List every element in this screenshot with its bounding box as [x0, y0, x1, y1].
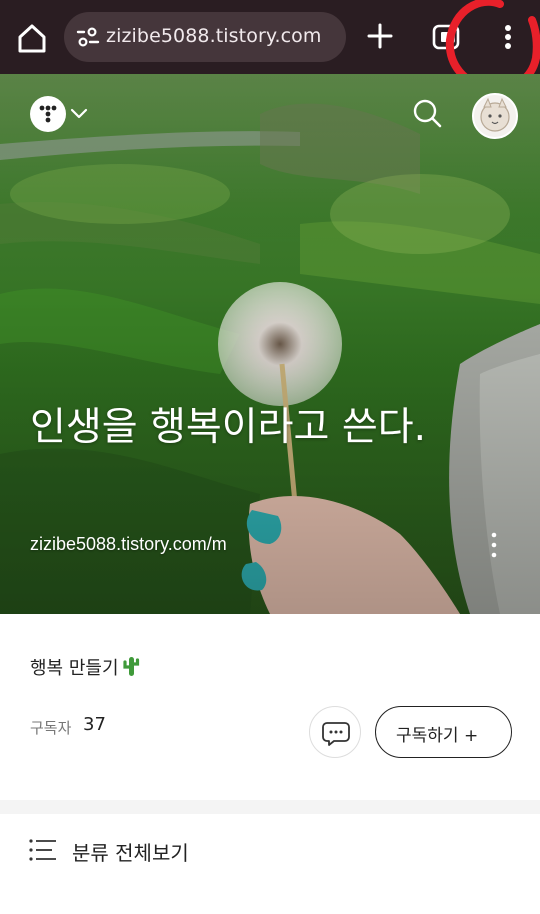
blog-hero: 인생을 행복이라고 쓴다. zizibe5088.tistory.com/m — [0, 74, 540, 614]
chat-button[interactable] — [309, 706, 361, 758]
cactus-icon — [121, 655, 141, 677]
home-icon[interactable] — [14, 20, 50, 56]
browser-toolbar: zizibe5088.tistory.com — [0, 0, 540, 93]
chat-bubble-icon — [322, 722, 350, 746]
blog-description: 행복 만들기 — [30, 654, 141, 680]
category-all-label: 분류 전체보기 — [72, 841, 189, 865]
hero-overlay — [0, 74, 540, 614]
subscribe-button-label: 구독하기 + — [396, 726, 479, 746]
blog-description-text: 행복 만들기 — [30, 658, 119, 679]
blog-url[interactable]: zizibe5088.tistory.com/m — [30, 534, 227, 555]
more-vert-icon[interactable] — [496, 20, 520, 54]
search-icon[interactable] — [410, 96, 444, 130]
subscribers-label: 구독자 — [30, 719, 72, 737]
section-divider — [0, 800, 540, 814]
site-settings-icon[interactable] — [76, 26, 100, 48]
category-all-link[interactable]: 분류 전체보기 — [0, 814, 540, 914]
url-text: zizibe5088.tistory.com — [106, 25, 322, 47]
chevron-down-icon[interactable] — [70, 106, 88, 120]
blog-title[interactable]: 인생을 행복이라고 쓴다. — [30, 402, 450, 454]
tab-switcher-icon[interactable] — [432, 24, 460, 50]
list-icon — [28, 838, 58, 862]
tistory-logo-icon[interactable] — [30, 96, 66, 132]
avatar[interactable] — [472, 93, 518, 139]
address-bar[interactable]: zizibe5088.tistory.com — [64, 12, 346, 62]
new-tab-icon[interactable] — [364, 20, 396, 52]
subscribers-count: 37 — [83, 714, 106, 735]
subscribe-button[interactable]: 구독하기 + — [375, 706, 512, 758]
more-vert-icon[interactable] — [486, 530, 502, 560]
